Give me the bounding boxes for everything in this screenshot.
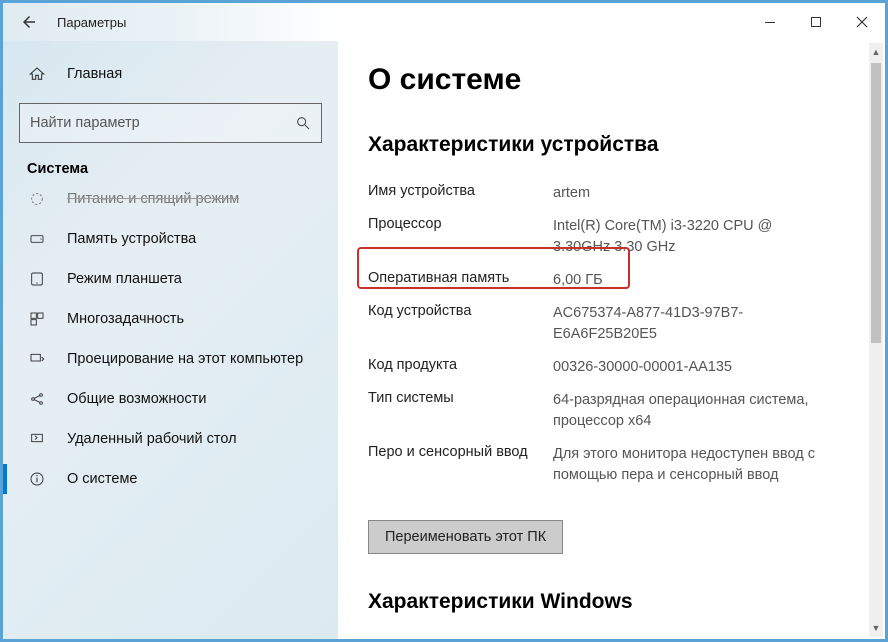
info-icon [27,471,47,487]
spec-value: AC675374-A877-41D3-97B7-E6A6F25B20E5 [553,303,833,345]
table-row: Код продукта 00326-30000-00001-AA135 [368,351,855,384]
search-placeholder: Найти параметр [30,115,140,131]
specs-table: Имя устройства artem Процессор Intel(R) … [368,177,855,492]
minimize-icon [764,16,776,28]
titlebar: Параметры [3,3,885,41]
close-button[interactable] [839,3,885,41]
arrow-left-icon [20,13,38,31]
spec-value: 00326-30000-00001-AA135 [553,357,732,378]
sidebar-item-label: Проецирование на этот компьютер [67,351,303,367]
close-icon [856,16,868,28]
home-nav[interactable]: Главная [3,55,338,93]
sidebar-item-about[interactable]: О системе [3,459,338,499]
sidebar-item-label: Общие возможности [67,391,206,407]
table-row: Перо и сенсорный ввод Для этого монитора… [368,438,855,492]
storage-icon [27,231,47,247]
spec-label: Тип системы [368,390,553,406]
sidebar-item-projecting[interactable]: Проецирование на этот компьютер [3,339,338,379]
tablet-icon [27,271,47,287]
sidebar-item-label: Память устройства [67,231,196,247]
spec-label: Код продукта [368,357,553,373]
sidebar-item-label: О системе [67,471,137,487]
shared-icon [27,391,47,407]
spec-label: Имя устройства [368,183,553,199]
spec-label: Процессор [368,216,553,232]
back-button[interactable] [13,13,45,31]
main-content: О системе Характеристики устройства Имя … [338,41,885,639]
projecting-icon [27,351,47,367]
sidebar-item-tablet[interactable]: Режим планшета [3,259,338,299]
power-icon [27,191,47,207]
multitask-icon [27,311,47,327]
rename-pc-button[interactable]: Переименовать этот ПК [368,520,563,554]
home-icon [27,66,47,82]
sidebar: Главная Найти параметр Система Питание и… [3,41,338,639]
maximize-icon [810,16,822,28]
scrollbar-thumb[interactable] [871,63,881,343]
sidebar-item-label: Удаленный рабочий стол [67,431,237,447]
settings-window: Параметры Главная Найти параметр [0,0,888,642]
windows-specs-heading: Характеристики Windows [368,590,855,614]
spec-value: Intel(R) Core(TM) i3-3220 CPU @ 3.30GHz … [553,216,833,258]
sidebar-item-storage[interactable]: Память устройства [3,219,338,259]
minimize-button[interactable] [747,3,793,41]
sidebar-item-multitask[interactable]: Многозадачность [3,299,338,339]
table-row: Имя устройства artem [368,177,855,210]
search-input[interactable]: Найти параметр [19,103,322,143]
spec-value: artem [553,183,590,204]
vertical-scrollbar[interactable]: ▲ ▼ [869,43,883,637]
search-icon [295,115,311,131]
sidebar-item-label: Режим планшета [67,271,182,287]
table-row: Тип системы 64-разрядная операционная си… [368,384,855,438]
spec-value: 64-разрядная операционная система, проце… [553,390,833,432]
table-row: Оперативная память 6,00 ГБ [368,264,855,297]
active-indicator [3,464,7,494]
scroll-up-icon[interactable]: ▲ [869,43,883,61]
home-label: Главная [67,66,122,82]
spec-label: Оперативная память [368,270,553,286]
scroll-down-icon[interactable]: ▼ [869,619,883,637]
page-title: О системе [368,63,855,97]
table-row: Код устройства AC675374-A877-41D3-97B7-E… [368,297,855,351]
maximize-button[interactable] [793,3,839,41]
device-specs-heading: Характеристики устройства [368,133,855,157]
sidebar-section-title: Система [27,161,338,177]
sidebar-item-label: Питание и спящий режим [67,191,239,207]
remote-icon [27,431,47,447]
spec-label: Код устройства [368,303,553,319]
spec-label: Перо и сенсорный ввод [368,444,553,460]
sidebar-item-label: Многозадачность [67,311,184,327]
spec-value: Для этого монитора недоступен ввод с пом… [553,444,833,486]
table-row: Процессор Intel(R) Core(TM) i3-3220 CPU … [368,210,855,264]
spec-value: 6,00 ГБ [553,270,603,291]
sidebar-item-remote[interactable]: Удаленный рабочий стол [3,419,338,459]
sidebar-item-shared[interactable]: Общие возможности [3,379,338,419]
window-title: Параметры [57,15,126,30]
sidebar-item-power[interactable]: Питание и спящий режим [3,179,338,219]
